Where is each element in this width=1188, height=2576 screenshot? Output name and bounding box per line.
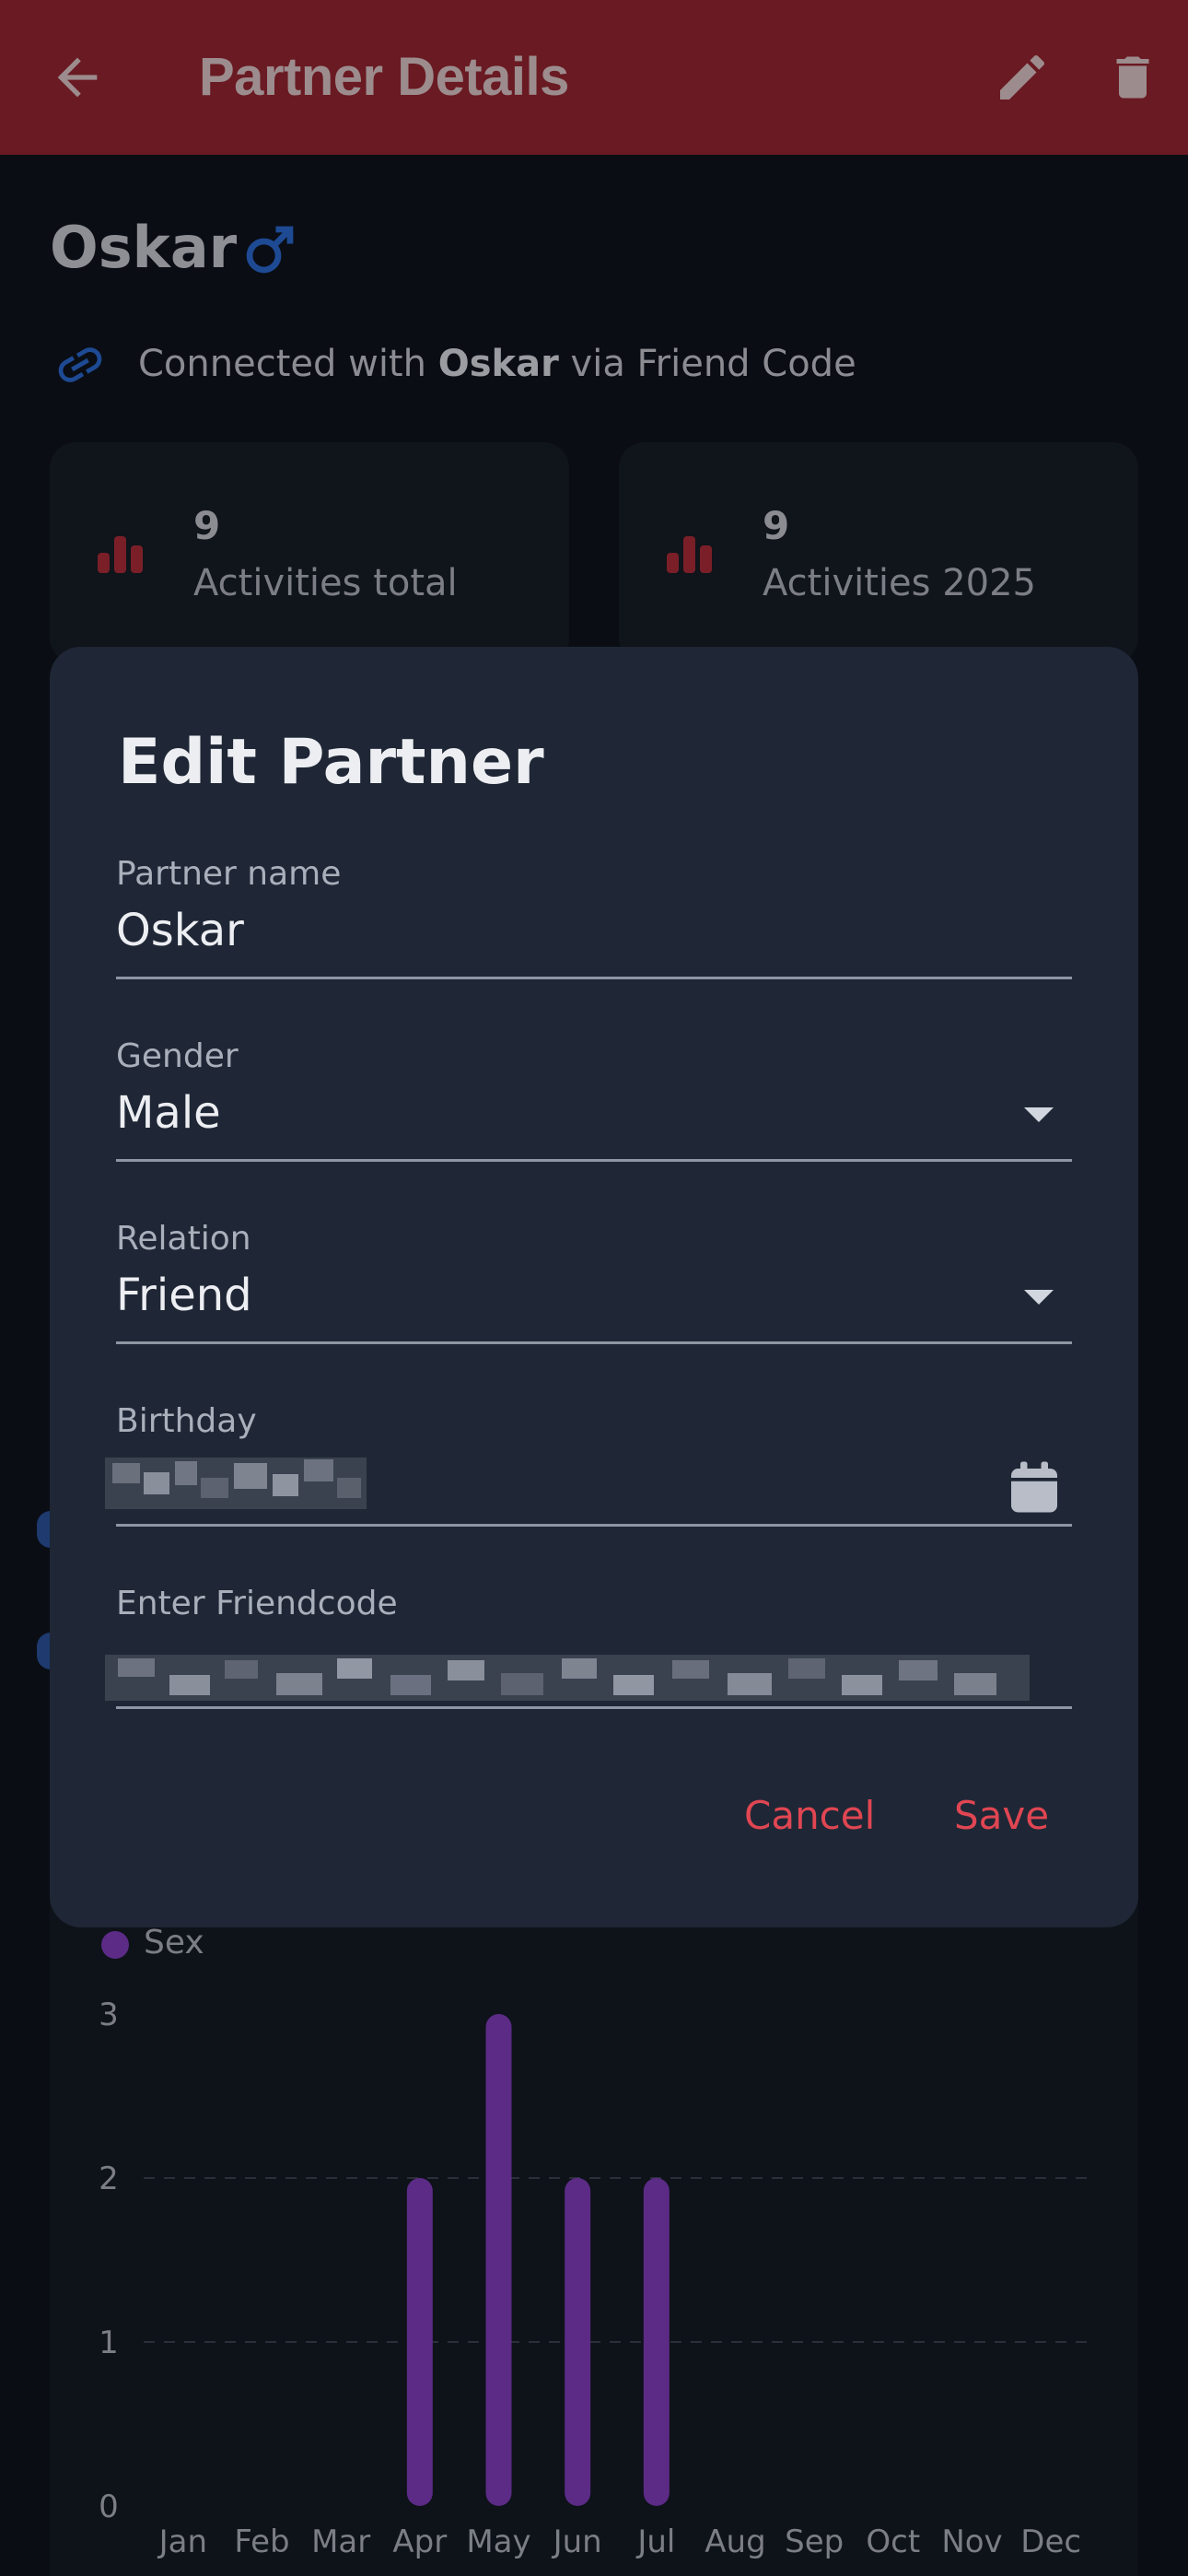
gender-value[interactable]: Male <box>116 1087 221 1139</box>
friendcode-field[interactable]: Enter Friendcode <box>105 1585 1072 1732</box>
x-tick-label: Jun <box>552 2523 602 2560</box>
x-tick-label: May <box>466 2523 530 2560</box>
field-label: Relation <box>116 1220 251 1258</box>
y-tick-label: 1 <box>99 2324 119 2361</box>
dropdown-arrow-icon[interactable] <box>1024 1290 1054 1305</box>
bar <box>406 2178 433 2506</box>
field-underline <box>116 1524 1072 1527</box>
x-tick-label: Feb <box>234 2523 289 2560</box>
redacted-birthday[interactable] <box>105 1450 367 1516</box>
x-tick-label: Apr <box>392 2523 447 2560</box>
y-tick-label: 3 <box>99 1996 119 2033</box>
x-tick-label: Aug <box>705 2523 765 2560</box>
field-underline <box>116 1341 1072 1344</box>
x-tick-label: Jan <box>157 2523 207 2560</box>
bar <box>565 2178 591 2506</box>
field-label: Enter Friendcode <box>116 1585 398 1622</box>
x-tick-label: Nov <box>941 2523 1002 2560</box>
x-tick-label: Dec <box>1020 2523 1081 2560</box>
field-label: Partner name <box>116 855 342 893</box>
birthday-field[interactable]: Birthday <box>105 1402 1072 1550</box>
dialog-title: Edit Partner <box>118 726 544 799</box>
field-underline <box>116 977 1072 979</box>
gender-select[interactable]: Gender Male <box>116 1037 1072 1185</box>
edit-partner-dialog: Edit Partner Partner name Oskar Gender M… <box>50 647 1138 1927</box>
field-underline <box>116 1706 1072 1709</box>
field-label: Gender <box>116 1037 239 1075</box>
field-underline <box>116 1159 1072 1162</box>
cancel-button[interactable]: Cancel <box>744 1793 875 1838</box>
relation-value[interactable]: Friend <box>116 1270 252 1321</box>
partner-name-input[interactable]: Oskar <box>116 905 244 956</box>
y-tick-label: 2 <box>99 2160 119 2197</box>
y-tick-label: 0 <box>99 2488 119 2525</box>
x-tick-label: Jul <box>635 2523 675 2560</box>
x-tick-label: Oct <box>866 2523 920 2560</box>
x-tick-label: Sep <box>785 2523 844 2560</box>
x-tick-label: Mar <box>311 2523 370 2560</box>
field-label: Birthday <box>116 1402 257 1440</box>
bar <box>643 2178 670 2506</box>
bar <box>485 2014 512 2506</box>
save-button[interactable]: Save <box>954 1793 1049 1838</box>
dropdown-arrow-icon[interactable] <box>1024 1107 1054 1122</box>
calendar-icon[interactable] <box>1011 1461 1057 1513</box>
partner-name-field[interactable]: Partner name Oskar <box>116 855 1072 1002</box>
relation-select[interactable]: Relation Friend <box>116 1220 1072 1367</box>
